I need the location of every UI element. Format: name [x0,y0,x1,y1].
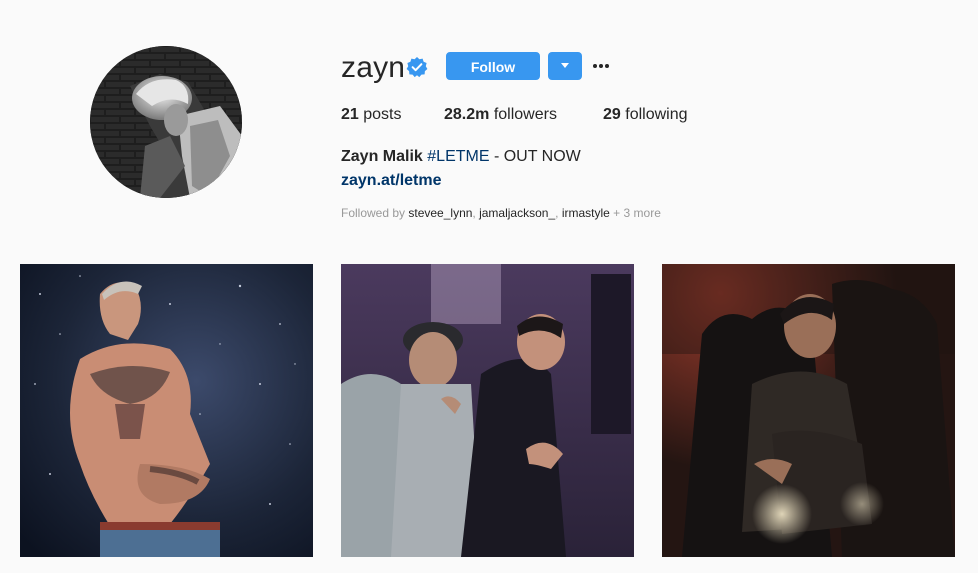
post-image [341,264,634,557]
following-count: 29 [603,106,621,123]
profile-avatar[interactable] [90,46,242,198]
bio-tagline: - OUT NOW [489,148,581,165]
followed-by-prefix: Followed by [341,206,409,220]
posts-count-stat: 21 posts [341,104,402,126]
posts-count: 21 [341,106,359,123]
more-options-icon-dot [599,64,603,68]
more-options-icon-dot [605,64,609,68]
followers-label: followers [493,106,557,123]
hashtag-link[interactable]: #LETME [427,148,489,165]
posts-label: posts [363,106,402,123]
following-stat[interactable]: 29 following [603,104,688,126]
followed-by-line: Followed by stevee_lynn, jamaljackson_, … [341,206,661,220]
followed-by-user[interactable]: stevee_lynn [408,206,472,220]
follow-button[interactable]: Follow [446,52,540,80]
suggestions-dropdown-button[interactable] [548,52,582,80]
followed-by-user[interactable]: irmastyle [562,206,610,220]
post-image [662,264,955,557]
more-options-button[interactable] [592,56,610,76]
post-thumbnail[interactable] [341,264,634,557]
bio-line: Zayn Malik #LETME - OUT NOW [341,146,581,168]
profile-page: zayn Follow 21 posts 28.2m followers 29 … [0,0,978,573]
followed-by-more[interactable]: + 3 more [613,206,661,220]
chevron-down-icon [561,63,569,68]
post-thumbnail[interactable] [662,264,955,557]
post-thumbnail[interactable] [20,264,313,557]
following-label: following [625,106,688,123]
followed-by-user[interactable]: jamaljackson_ [479,206,555,220]
followers-stat[interactable]: 28.2m followers [444,104,557,126]
bio-website-link[interactable]: zayn.at/letme [341,170,441,192]
verified-badge-icon [406,56,428,78]
more-options-icon-dot [593,64,597,68]
followers-count: 28.2m [444,106,490,123]
avatar-photo [90,46,242,198]
full-name: Zayn Malik [341,148,423,165]
profile-username: zayn [341,51,406,84]
post-image [20,264,313,557]
